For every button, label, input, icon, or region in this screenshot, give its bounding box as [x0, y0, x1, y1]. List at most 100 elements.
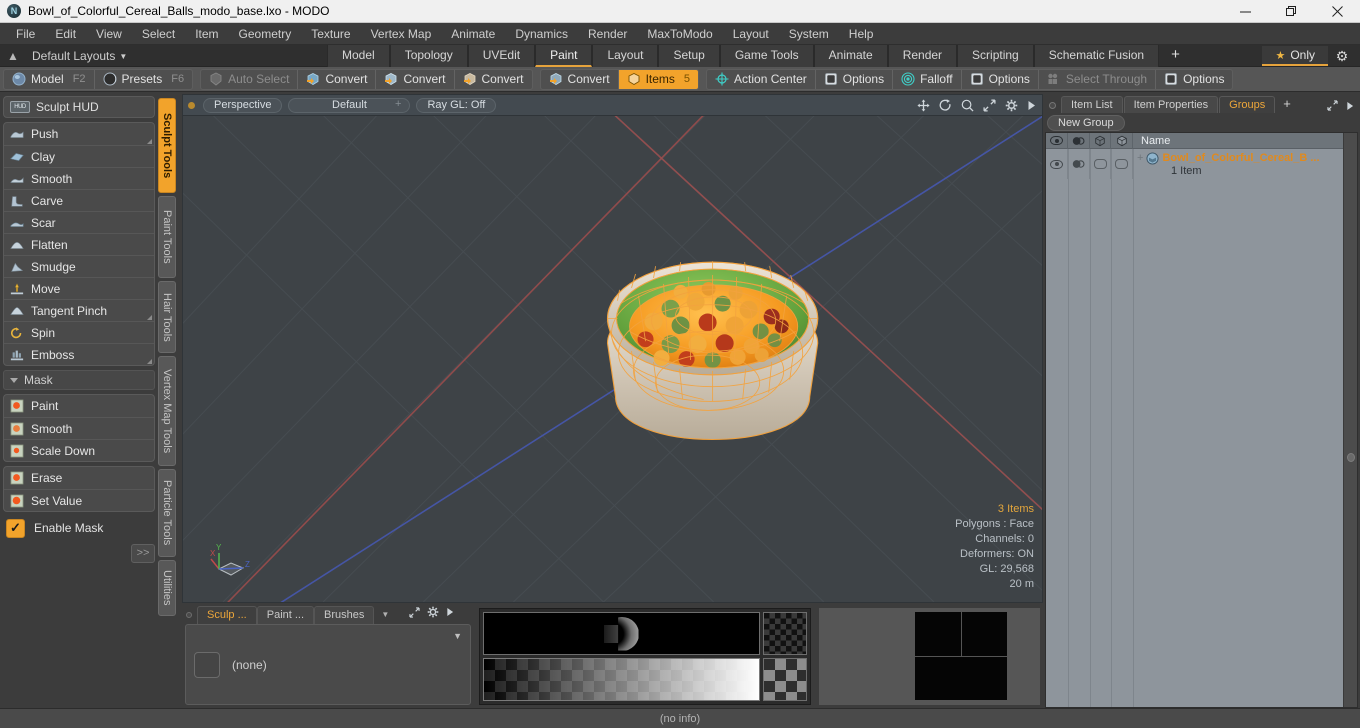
vtab-particle-tools[interactable]: Particle Tools	[158, 469, 176, 557]
mask-tool-smooth[interactable]: Smooth	[4, 417, 154, 439]
auto-select-button[interactable]: Auto Select	[201, 70, 297, 89]
expand-corner-icon[interactable]	[147, 315, 152, 320]
wireframe-cube-icon[interactable]	[1090, 132, 1111, 149]
panel-menu-dot-icon[interactable]	[1049, 102, 1056, 109]
groups-list[interactable]: Name + Bowl_of_Colorful_Cereal_B ... 1 I…	[1045, 132, 1358, 708]
move-icon[interactable]	[917, 99, 930, 112]
bottom-tab-sculpt[interactable]: Sculp ...	[197, 605, 257, 624]
sculpt-tool-flatten[interactable]: Flatten	[4, 233, 154, 255]
mask-tool-set-value[interactable]: Set Value	[4, 489, 154, 511]
mask-tool-scale-down[interactable]: Scale Down	[4, 439, 154, 461]
model-mode-button[interactable]: Model F2	[4, 70, 94, 89]
layout-tab-uvedit[interactable]: UVEdit	[467, 45, 536, 67]
image-preview-area[interactable]	[819, 608, 1040, 705]
default-layouts-dropdown[interactable]: Default Layouts ▼	[26, 49, 127, 63]
menu-layout[interactable]: Layout	[723, 23, 779, 45]
brush-value-gradient[interactable]	[483, 658, 760, 701]
brush-value-alpha[interactable]	[763, 658, 807, 701]
checkmark-icon[interactable]: ✓	[6, 518, 25, 538]
viewport-view-mode-dropdown[interactable]: Perspective	[203, 97, 283, 113]
new-group-button[interactable]: New Group	[1047, 114, 1125, 131]
menu-edit[interactable]: Edit	[45, 23, 86, 45]
axis-gizmo[interactable]: X Y Z	[205, 539, 257, 586]
gear-icon[interactable]	[427, 606, 439, 618]
enable-mask-row[interactable]: ✓ Enable Mask	[3, 516, 155, 540]
expand-corner-icon[interactable]	[147, 359, 152, 364]
expand-panel-button[interactable]: >>	[131, 544, 155, 563]
scrollbar-knob[interactable]	[1347, 453, 1355, 462]
close-icon[interactable]	[1314, 0, 1360, 23]
quad-image-preview[interactable]	[915, 612, 1007, 700]
convert-item-button[interactable]: Convert	[541, 70, 618, 89]
vtab-utilities[interactable]: Utilities	[158, 560, 176, 616]
plus-icon[interactable]: +	[395, 98, 401, 111]
gear-icon[interactable]: ⚙	[1328, 48, 1356, 65]
menu-view[interactable]: View	[86, 23, 132, 45]
menu-texture[interactable]: Texture	[301, 23, 360, 45]
sculpt-tool-smudge[interactable]: Smudge	[4, 255, 154, 277]
items-button[interactable]: Items 5	[617, 69, 699, 89]
preset-selector[interactable]: (none) ▼	[185, 624, 471, 705]
falloff-button[interactable]: Falloff	[892, 69, 960, 89]
sculpt-tool-push[interactable]: Push	[4, 123, 154, 145]
zoom-icon[interactable]	[961, 99, 974, 112]
menu-maxtomodo[interactable]: MaxToModo	[637, 23, 722, 45]
sculpt-hud-button[interactable]: HUD Sculpt HUD	[3, 96, 155, 118]
mask-tool-paint[interactable]: Paint	[4, 395, 154, 417]
layout-tab-model[interactable]: Model	[327, 45, 390, 67]
layout-tab-game-tools[interactable]: Game Tools	[719, 45, 814, 67]
play-icon[interactable]	[446, 607, 454, 617]
layout-tab-topology[interactable]: Topology	[389, 45, 468, 67]
render-cube-icon[interactable]	[1111, 132, 1133, 149]
right-tab-item-list[interactable]: Item List	[1061, 96, 1123, 113]
bottom-tab-paint[interactable]: Paint ...	[256, 605, 315, 624]
layout-tab-layout[interactable]: Layout	[592, 45, 659, 67]
menu-item[interactable]: Item	[185, 23, 228, 45]
mask-section-header[interactable]: Mask	[3, 370, 155, 390]
sculpt-tool-carve[interactable]: Carve	[4, 189, 154, 211]
fit-icon[interactable]	[1327, 100, 1338, 111]
shading-icon[interactable]	[1068, 132, 1090, 149]
mask-tool-erase[interactable]: Erase	[4, 467, 154, 489]
add-layout-tab-button[interactable]: +	[1159, 45, 1192, 67]
convert-polygon-button[interactable]: Convert	[453, 69, 532, 89]
layout-tab-schematic-fusion[interactable]: Schematic Fusion	[1033, 45, 1160, 67]
falloff-options-button[interactable]: Options	[960, 69, 1038, 89]
gear-icon[interactable]	[1005, 99, 1018, 112]
fit-icon[interactable]	[409, 606, 420, 618]
layout-tab-animate[interactable]: Animate	[813, 45, 888, 67]
viewport-menu-dot-icon[interactable]	[188, 101, 195, 109]
action-center-options-button[interactable]: Options	[814, 69, 892, 89]
sculpt-tool-clay[interactable]: Clay	[4, 145, 154, 167]
action-center-button[interactable]: Action Center	[707, 70, 815, 89]
select-through-options-button[interactable]: Options	[1155, 69, 1232, 89]
menu-geometry[interactable]: Geometry	[229, 23, 302, 45]
right-tab-groups[interactable]: Groups	[1219, 96, 1276, 113]
brush-shape-preview[interactable]	[483, 612, 760, 655]
play-icon[interactable]	[1346, 101, 1354, 111]
only-toggle-button[interactable]: ★ Only	[1262, 46, 1328, 66]
3d-viewport[interactable]: 3 Items Polygons : Face Channels: 0 Defo…	[182, 115, 1043, 603]
add-right-tab-button[interactable]: +	[1276, 96, 1298, 113]
sculpt-tool-scar[interactable]: Scar	[4, 211, 154, 233]
layout-tab-render[interactable]: Render	[887, 45, 958, 67]
table-row[interactable]: + Bowl_of_Colorful_Cereal_B ... 1 Item	[1046, 149, 1343, 179]
brush-alpha-preview[interactable]	[763, 612, 807, 655]
right-tab-item-properties[interactable]: Item Properties	[1123, 96, 1219, 113]
convert-vertex-button[interactable]: Convert	[297, 69, 375, 89]
convert-edge-button[interactable]: Convert	[375, 69, 453, 89]
empty-swatch[interactable]	[194, 651, 220, 678]
bottom-tab-brushes[interactable]: Brushes	[314, 605, 375, 624]
layout-tab-paint[interactable]: Paint	[535, 45, 593, 67]
layout-tab-scripting[interactable]: Scripting	[957, 45, 1034, 67]
eye-icon[interactable]	[1046, 132, 1068, 149]
sculpt-tool-emboss[interactable]: Emboss	[4, 343, 154, 365]
row-visible-eye-icon[interactable]	[1046, 149, 1068, 179]
menu-vertex-map[interactable]: Vertex Map	[361, 23, 442, 45]
fit-icon[interactable]	[983, 99, 996, 112]
minimize-icon[interactable]	[1222, 0, 1268, 23]
panel-menu-dot-icon[interactable]	[186, 611, 192, 618]
row-render-toggle[interactable]	[1111, 149, 1133, 179]
sculpt-tool-smooth[interactable]: Smooth	[4, 167, 154, 189]
viewport-shading-dropdown[interactable]: Default +	[288, 97, 411, 113]
